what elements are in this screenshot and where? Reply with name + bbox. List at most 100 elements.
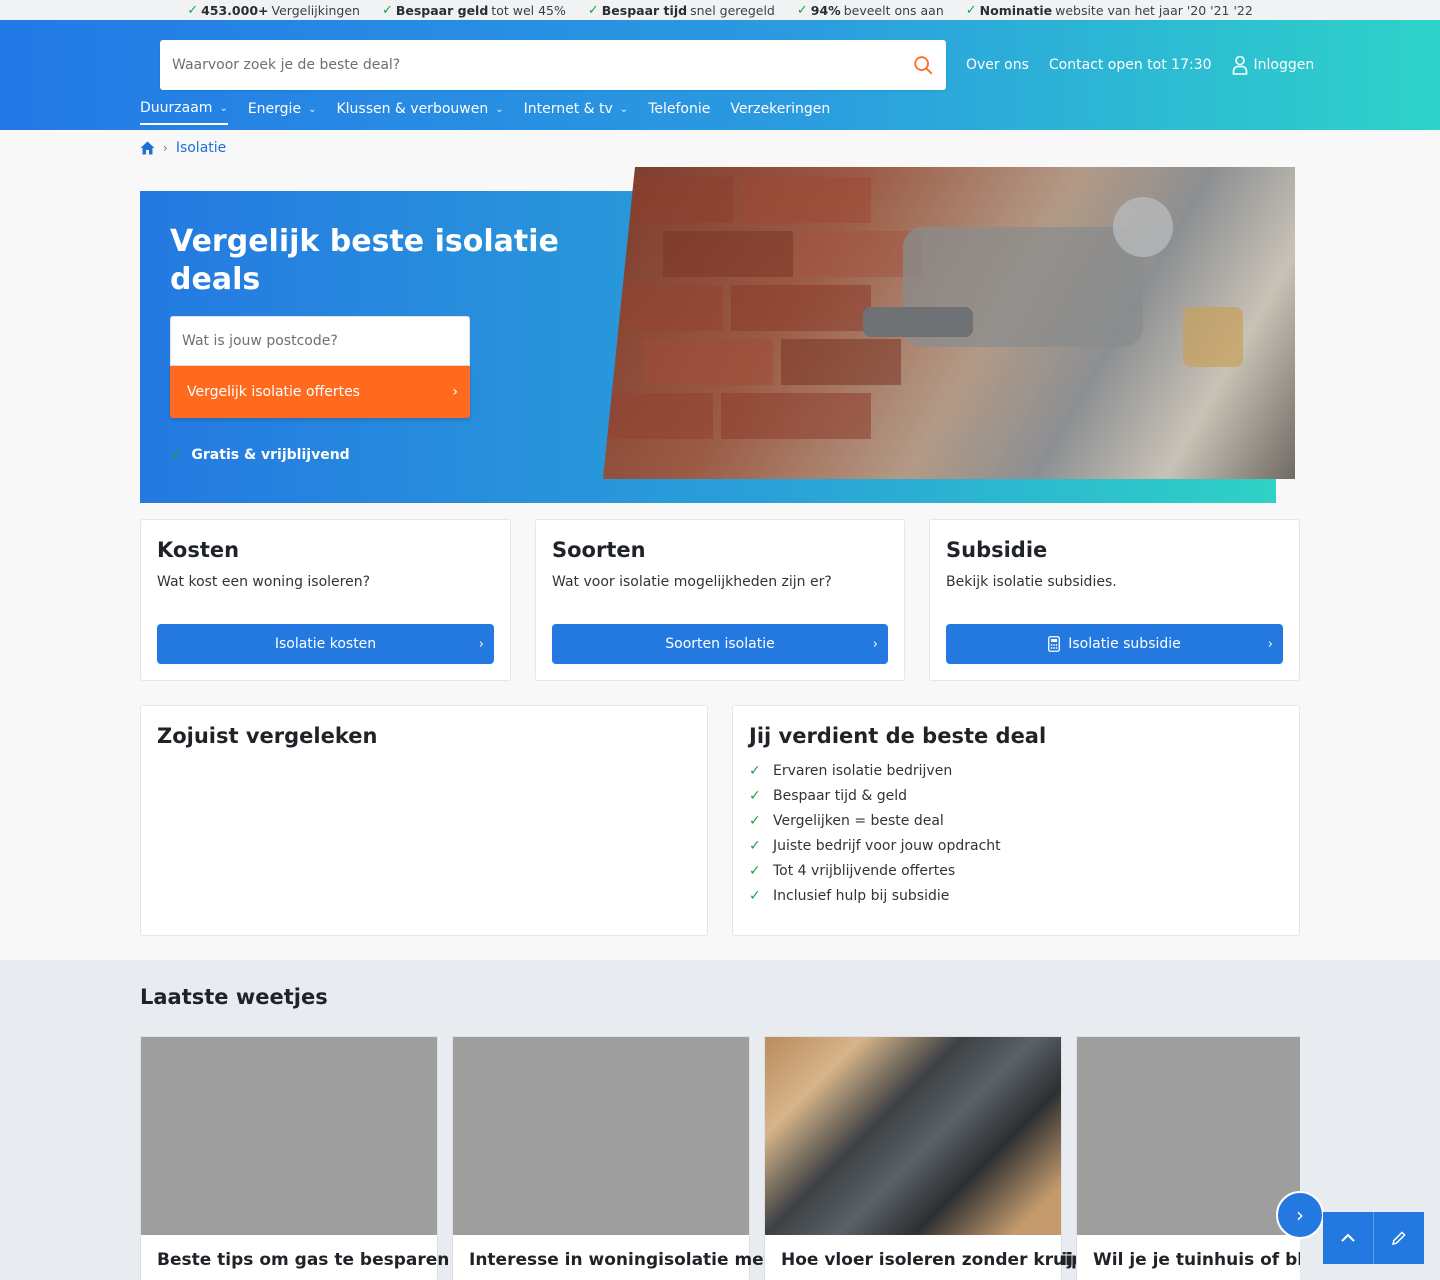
- article-image: [765, 1037, 1061, 1235]
- chevron-right-icon: ›: [1267, 636, 1273, 652]
- chevron-down-icon: ⌄: [308, 103, 317, 115]
- best-deal-card: Jij verdient de beste deal ✓ Ervaren isol…: [732, 705, 1300, 936]
- list-item-label: Bespaar tijd & geld: [773, 787, 908, 804]
- login-label: Inloggen: [1253, 57, 1315, 73]
- usp-bar: ✓ 453.000+ Vergelijkingen ✓ Bespaar geld tot…: [0, 0, 1440, 20]
- list-item: ✓ Tot 4 vrijblijvende offertes: [749, 858, 1001, 883]
- article-title: Wil je je tuinhuis of blokhut isoleren?: [1093, 1250, 1300, 1270]
- nav-verzekeringen[interactable]: Verzekeringen: [730, 100, 830, 125]
- recently-compared-card: Zojuist vergeleken: [140, 705, 708, 936]
- nav-label: Internet & tv: [523, 101, 613, 117]
- check-icon: ✓: [749, 762, 761, 779]
- usp-text: website van het jaar '20 '21 '22: [1055, 2, 1253, 18]
- card-title: Soorten: [552, 538, 646, 562]
- check-icon: ✓: [749, 837, 761, 854]
- usp-text: tot wel 45%: [491, 2, 566, 18]
- hero-title: Vergelijk beste isolatie deals: [170, 224, 559, 297]
- benefits-list: ✓ Ervaren isolatie bedrijven ✓ Bespaar tij…: [749, 758, 1001, 908]
- subsidy-card: Subsidie Bekijk isolatie subsidies. Isol…: [929, 519, 1300, 681]
- button-label: Soorten isolatie: [665, 636, 775, 652]
- nav-label: Klussen & verbouwen: [336, 101, 489, 117]
- nav-label: Energie: [247, 101, 302, 117]
- breadcrumb-current[interactable]: Isolatie: [176, 140, 226, 156]
- login-link[interactable]: Inloggen: [1232, 55, 1315, 75]
- check-icon: ✓: [965, 2, 977, 18]
- calculator-icon: [1048, 636, 1061, 652]
- chevron-down-icon: ⌄: [219, 102, 228, 114]
- postcode-input[interactable]: [170, 316, 470, 366]
- usp-bold: 94%: [810, 2, 841, 18]
- scroll-top-button[interactable]: [1323, 1212, 1373, 1264]
- chevron-down-icon: ⌄: [495, 103, 504, 115]
- card-title: Subsidie: [946, 538, 1048, 562]
- check-icon: ✓: [749, 862, 761, 879]
- list-item-label: Juiste bedrijf voor jouw opdracht: [773, 837, 1001, 854]
- card-title: Zojuist vergeleken: [157, 724, 378, 748]
- feedback-button[interactable]: [1373, 1212, 1424, 1264]
- nav-internet-tv[interactable]: Internet & tv ⌄: [524, 100, 629, 125]
- card-title: Kosten: [157, 538, 240, 562]
- costs-card: Kosten Wat kost een woning isoleren? Iso…: [140, 519, 511, 681]
- news-carousel: Beste tips om gas te besparen Interesse …: [140, 1036, 1300, 1280]
- brick-wall-illustration: [603, 177, 1243, 439]
- insulation-types-button[interactable]: Soorten isolatie ›: [552, 624, 888, 664]
- breadcrumb: › Isolatie: [140, 140, 226, 156]
- article-card[interactable]: Beste tips om gas te besparen: [140, 1036, 450, 1280]
- list-item: ✓ Bespaar tijd & geld: [749, 783, 1001, 808]
- article-card[interactable]: Hoe vloer isoleren zonder kruipruimte?: [764, 1036, 1157, 1280]
- list-item: ✓ Juiste bedrijf voor jouw opdracht: [749, 833, 1001, 858]
- nav-label: Duurzaam: [140, 100, 213, 116]
- article-title: Beste tips om gas te besparen: [157, 1250, 450, 1270]
- check-icon: ✓: [749, 787, 761, 804]
- usp-item: ✓ Bespaar tijd snel geregeld: [588, 3, 775, 18]
- nav-klussen[interactable]: Klussen & verbouwen ⌄: [336, 100, 503, 125]
- search-bar: [160, 40, 946, 90]
- chevron-right-icon: ›: [163, 141, 168, 155]
- list-item-label: Vergelijken = beste deal: [773, 812, 944, 829]
- chevron-right-icon: ›: [478, 636, 484, 652]
- insulation-subsidy-button[interactable]: Isolatie subsidie ›: [946, 624, 1283, 664]
- usp-bold: Bespaar tijd: [601, 2, 688, 18]
- check-icon: ✓: [170, 445, 184, 464]
- usp-item: ✓ 453.000+ Vergelijkingen: [187, 3, 360, 18]
- carousel-next-button[interactable]: ›: [1276, 1191, 1324, 1239]
- search-input[interactable]: [172, 57, 912, 73]
- hero-image: [603, 167, 1295, 479]
- home-icon[interactable]: [140, 141, 155, 155]
- about-link[interactable]: Over ons: [966, 57, 1029, 73]
- card-title: Jij verdient de beste deal: [749, 724, 1047, 748]
- nav-duurzaam[interactable]: Duurzaam ⌄: [140, 100, 228, 125]
- chevron-right-icon: ›: [1296, 1203, 1304, 1227]
- nav-label: Telefonie: [648, 101, 711, 117]
- list-item-label: Ervaren isolatie bedrijven: [773, 762, 953, 779]
- chevron-up-icon: [1341, 1233, 1355, 1242]
- list-item: ✓ Ervaren isolatie bedrijven: [749, 758, 1001, 783]
- contact-link[interactable]: Contact open tot 17:30: [1049, 57, 1212, 73]
- list-item-label: Inclusief hulp bij subsidie: [773, 887, 950, 904]
- article-title: Interesse in woningisolatie met bijna 80…: [469, 1250, 1086, 1270]
- compare-offers-button[interactable]: Vergelijk isolatie offertes ›: [170, 366, 470, 418]
- button-label: Isolatie kosten: [274, 636, 377, 652]
- free-note: ✓ Gratis & vrijblijvend: [170, 445, 350, 464]
- insulation-costs-button[interactable]: Isolatie kosten ›: [157, 624, 494, 664]
- article-card[interactable]: Wil je je tuinhuis of blokhut isoleren?: [1076, 1036, 1300, 1280]
- top-links: Over ons Contact open tot 17:30 Inloggen: [966, 55, 1314, 75]
- check-icon: ✓: [381, 2, 393, 18]
- types-card: Soorten Wat voor isolatie mogelijkheden …: [535, 519, 905, 681]
- article-card[interactable]: Interesse in woningisolatie met bijna 80…: [452, 1036, 1086, 1280]
- search-icon[interactable]: [912, 54, 934, 76]
- nav-telefonie[interactable]: Telefonie: [648, 100, 710, 125]
- chevron-right-icon: ›: [452, 384, 458, 400]
- nav-energie[interactable]: Energie ⌄: [248, 100, 317, 125]
- chevron-down-icon: ⌄: [619, 103, 629, 115]
- free-note-label: Gratis & vrijblijvend: [191, 446, 350, 463]
- article-image: [141, 1037, 437, 1235]
- usp-text: Vergelijkingen: [271, 2, 360, 18]
- main-nav: Duurzaam ⌄ Energie ⌄ Klussen & verbouwen ⌄ …: [140, 100, 830, 125]
- usp-item: ✓ Bespaar geld tot wel 45%: [382, 3, 566, 18]
- news-section: Laatste weetjes Beste tips om gas te bes…: [0, 960, 1440, 1280]
- article-image: [1077, 1037, 1300, 1235]
- card-text: Wat voor isolatie mogelijkheden zijn er?: [552, 574, 832, 590]
- chevron-right-icon: ›: [872, 636, 878, 652]
- article-image: [453, 1037, 749, 1235]
